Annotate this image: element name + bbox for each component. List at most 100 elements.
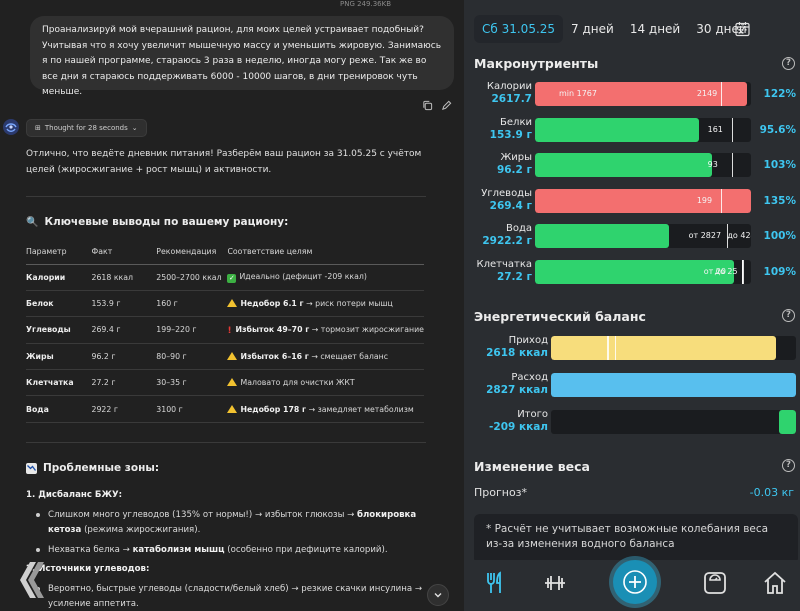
status-bold-text: Избыток 6–16 г xyxy=(240,351,309,361)
energy-tick xyxy=(614,336,616,360)
macro-value: 153.9 г xyxy=(489,128,532,141)
macro-percent: 100% xyxy=(763,230,796,242)
cell-fact: 2618 ккал xyxy=(91,264,157,291)
divider xyxy=(26,196,426,197)
problem-1-bullet: Нехватка белка → катаболизм мышц (особен… xyxy=(26,543,446,558)
macro-percent: 135% xyxy=(763,194,796,207)
macro-bar: 93 xyxy=(535,153,751,177)
energy-tick xyxy=(607,336,609,360)
cell-param: Жиры xyxy=(26,343,92,371)
status-bold-text: Недобор 6.1 г xyxy=(240,299,304,309)
status-bold-text: Недобор 178 г xyxy=(240,404,307,414)
weight-help-icon[interactable]: ? xyxy=(782,459,795,472)
energy-name: Итого xyxy=(517,409,548,420)
macro-percent: 95.6% xyxy=(759,123,796,136)
warning-icon xyxy=(227,404,238,413)
problems-title-text: Проблемные зоны: xyxy=(43,462,160,474)
findings-table: Параметр Факт Рекомендация Соответствие … xyxy=(26,240,424,423)
tab-14-days[interactable]: 14 дней xyxy=(622,15,688,43)
max-label: 2149 xyxy=(696,89,718,98)
table-row: Углеводы 269.4 г 199–220 г! Избыток 49–70 г… xyxy=(26,316,424,344)
status-text: → риск потери мышц xyxy=(303,299,393,309)
macro-bar-fill xyxy=(535,224,669,248)
energy-label: Итого -209 ккал xyxy=(474,409,548,433)
table-row: Вода 2922 г 3100 г Недобор 178 г → замедляе… xyxy=(26,395,424,423)
energy-name: Приход xyxy=(508,335,548,346)
table-row: Жиры 96.2 г 80–90 г Избыток 6–16 г → смещае… xyxy=(26,343,424,371)
period-tabs: Сб 31.05.25 7 дней 14 дней 30 дней xyxy=(474,14,755,44)
macro-name: Клетчатка xyxy=(476,258,533,270)
macro-bar-fill xyxy=(535,117,700,142)
tab-day[interactable]: Сб 31.05.25 xyxy=(474,15,564,43)
divider xyxy=(26,442,426,443)
macro-bar: 199 xyxy=(535,188,751,213)
bottom-nav xyxy=(464,560,800,611)
max-tick xyxy=(731,153,733,177)
macro-label: Калории 2617.7 xyxy=(474,81,532,105)
macro-label: Жиры 96.2 г xyxy=(474,152,532,176)
problem-2-title: 2. Источники углеводов: xyxy=(26,564,150,574)
exclamation-icon: ! xyxy=(227,325,232,336)
thought-label: Thought for 28 seconds xyxy=(44,124,128,132)
macro-label: Вода 2922.2 г xyxy=(474,223,532,247)
edit-pencil-icon[interactable] xyxy=(441,96,452,115)
min-label: min 1767 xyxy=(559,89,597,98)
thought-toggle-button[interactable]: ⊞ Thought for 28 seconds ⌄ xyxy=(26,119,147,137)
cell-status: ✓ Идеально (дефицит -209 ккал) xyxy=(227,264,424,291)
nav-workout-dumbbell-icon[interactable] xyxy=(542,570,568,596)
tab-7-days[interactable]: 7 дней xyxy=(563,15,622,43)
energy-value: 2827 ккал xyxy=(486,384,548,396)
assistant-intro-text: Отлично, что ведёте дневник питания! Раз… xyxy=(26,149,422,175)
macro-name: Вода xyxy=(505,223,532,234)
cell-param: Белок xyxy=(26,290,92,318)
macro-name: Углеводы xyxy=(481,187,532,199)
cell-param: Углеводы xyxy=(26,316,92,344)
forecast-label: Прогноз* xyxy=(474,486,528,499)
max-label: до 25 xyxy=(714,266,738,276)
cell-status: Маловато для очистки ЖКТ xyxy=(227,369,424,397)
table-header-row: Параметр Факт Рекомендация Соответствие … xyxy=(26,240,424,265)
problem-1-title: 1. Дисбаланс БЖУ: xyxy=(26,490,123,500)
status-text: → замедляет метаболизм xyxy=(306,404,414,414)
macro-bar: 161 xyxy=(535,117,751,142)
nav-home-icon[interactable] xyxy=(762,570,788,596)
warning-icon xyxy=(227,351,238,360)
status-bold-text: Избыток 49–70 г xyxy=(235,324,310,334)
energy-label: Приход 2618 ккал xyxy=(474,335,548,359)
macro-percent: 103% xyxy=(763,159,796,171)
max-tick xyxy=(720,188,723,213)
macro-name: Жиры xyxy=(500,152,532,163)
user-message-bubble: Проанализируй мой вчерашний рацион, для … xyxy=(30,16,454,97)
scroll-down-button[interactable] xyxy=(427,584,449,606)
macro-value: 269.4 г xyxy=(489,199,532,212)
macro-name: Калории xyxy=(486,81,532,92)
macro-label: Клетчатка 27.2 г xyxy=(474,258,533,283)
max-label: 93 xyxy=(707,160,718,169)
cell-recommendation: 160 г xyxy=(156,290,228,318)
table-row: Белок 153.9 г 160 г Недобор 6.1 г → риск по… xyxy=(26,290,424,318)
bullet-text: Нехватка белка → xyxy=(48,545,133,555)
energy-help-icon[interactable]: ? xyxy=(782,309,795,322)
add-button[interactable] xyxy=(613,560,657,604)
nav-scale-icon[interactable] xyxy=(702,570,728,596)
warning-icon xyxy=(227,299,238,308)
energy-label: Расход 2827 ккал xyxy=(474,372,548,396)
cell-recommendation: 3100 г xyxy=(156,395,228,423)
max-tick xyxy=(720,82,723,106)
calendar-icon[interactable] xyxy=(735,21,750,37)
nav-food-icon[interactable] xyxy=(482,570,508,596)
cell-fact: 27.2 г xyxy=(91,369,157,397)
cell-param: Клетчатка xyxy=(26,369,92,397)
problem-1-bullet: Слишком много углеводов (135% от нормы!)… xyxy=(26,508,446,538)
forecast-value: -0.03 кг xyxy=(749,486,794,499)
table-header: Факт xyxy=(91,240,157,265)
macro-bar-fill xyxy=(535,188,751,213)
magnifier-icon: 🔍 xyxy=(26,216,39,228)
macros-help-icon[interactable]: ? xyxy=(782,57,795,70)
bullet-text: (режима жиросжигания). xyxy=(81,525,201,535)
problems-list: 1. Дисбаланс БЖУ: Слишком много углеводо… xyxy=(26,488,446,611)
cell-fact: 153.9 г xyxy=(91,290,157,318)
max-tick xyxy=(742,259,744,284)
macro-bar: от 20 до 25 xyxy=(535,259,751,284)
copy-icon[interactable] xyxy=(422,96,433,115)
